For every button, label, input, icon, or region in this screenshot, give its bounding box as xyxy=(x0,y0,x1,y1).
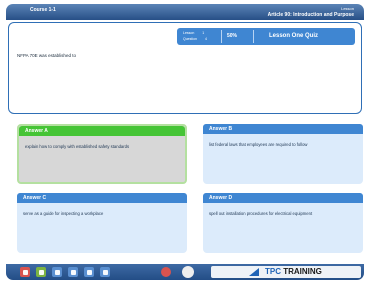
answer-d[interactable]: Answer D spell out installation procedur… xyxy=(203,193,363,253)
stop-icon[interactable] xyxy=(161,267,171,277)
app-window: Course 1-1 Lesson Article 90: Introducti… xyxy=(0,0,370,284)
brand-logo: TPC TRAINING xyxy=(211,266,361,278)
answer-b-header: Answer B xyxy=(203,124,363,134)
course-title: Course 1-1 xyxy=(30,7,56,13)
answer-a-header: Answer A xyxy=(19,126,185,136)
lesson-meta: Lesson 1 Question 4 xyxy=(183,30,207,42)
progress-percent: 50% xyxy=(227,33,238,39)
close-icon[interactable] xyxy=(20,267,30,277)
home-icon[interactable] xyxy=(36,267,46,277)
question-value: 4 xyxy=(205,37,207,41)
lesson-bar: Lesson 1 Question 4 50% Lesson One Quiz xyxy=(177,28,355,45)
answer-c[interactable]: Answer C serve as a guide for inspecting… xyxy=(17,193,187,253)
separator xyxy=(221,30,222,43)
quiz-title: Lesson One Quiz xyxy=(269,33,319,39)
answer-c-text: serve as a guide for inspecting a workpl… xyxy=(23,211,104,216)
answer-b[interactable]: Answer B list federal laws that employee… xyxy=(203,124,363,184)
footer-bar: TPC TRAINING xyxy=(6,264,364,280)
lesson-title: Article 90: Introduction and Purpose xyxy=(267,12,354,18)
answer-a-text: explain how to comply with established s… xyxy=(25,144,130,149)
answer-a[interactable]: Answer A explain how to comply with esta… xyxy=(17,124,187,184)
question-row: Question 4 xyxy=(183,36,207,42)
info-icon[interactable] xyxy=(52,267,62,277)
question-text: NFPA 70E was established to xyxy=(17,53,76,58)
settings-icon[interactable] xyxy=(100,267,110,277)
title-bar: Course 1-1 Lesson Article 90: Introducti… xyxy=(6,4,364,20)
answer-d-header: Answer D xyxy=(203,193,363,203)
brand-mark xyxy=(249,268,259,276)
speaker-icon[interactable] xyxy=(182,266,194,278)
brand-prefix: TPC xyxy=(265,267,281,276)
answer-d-text: spell out installation procedures for el… xyxy=(209,211,313,216)
brand-suffix: TRAINING xyxy=(283,267,322,276)
lesson-value: 1 xyxy=(202,31,205,35)
lesson-caption: Lesson xyxy=(341,6,354,11)
question-label: Question xyxy=(183,37,198,41)
brand-text: TPC TRAINING xyxy=(265,267,322,276)
answer-b-text: list federal laws that employees are req… xyxy=(209,142,308,147)
question-panel: Lesson 1 Question 4 50% Lesson One Quiz … xyxy=(8,22,362,114)
answer-c-header: Answer C xyxy=(17,193,187,203)
refresh-icon[interactable] xyxy=(68,267,78,277)
separator xyxy=(253,30,254,43)
glossary-icon[interactable] xyxy=(84,267,94,277)
